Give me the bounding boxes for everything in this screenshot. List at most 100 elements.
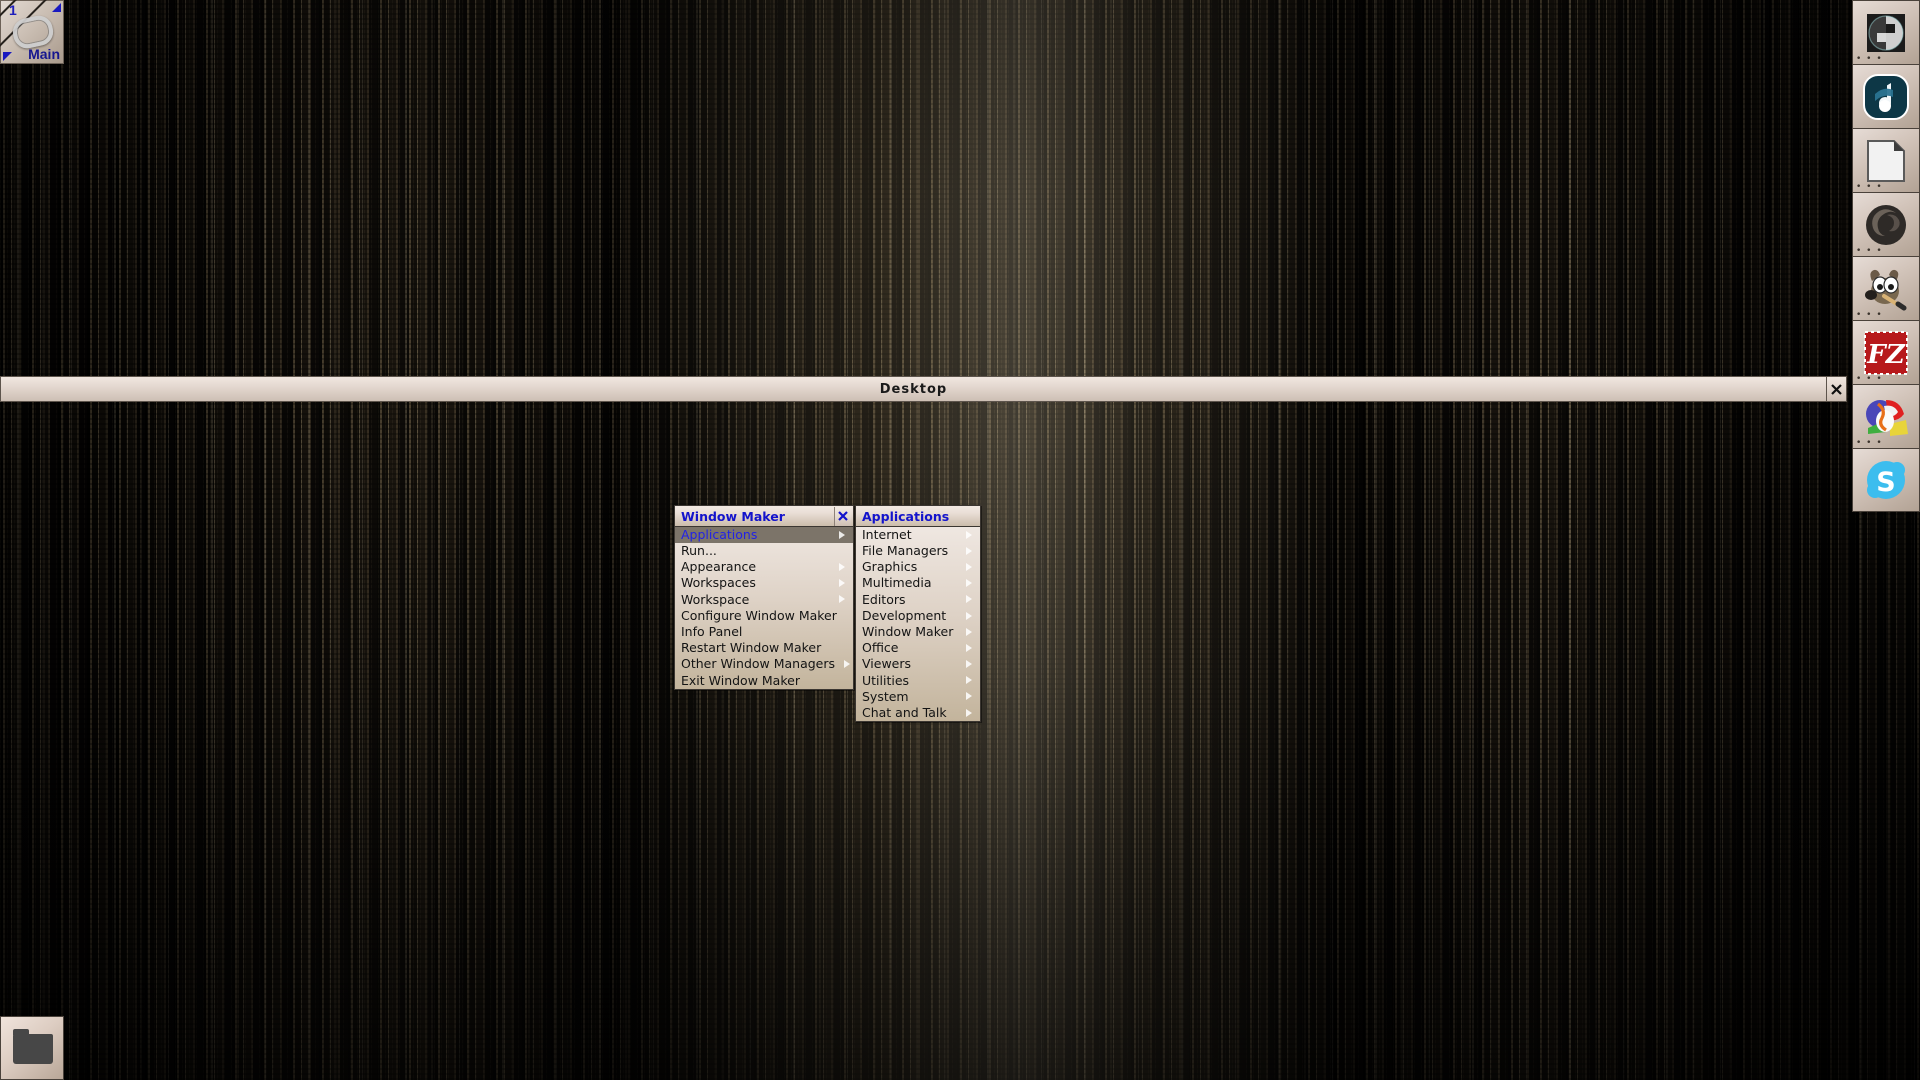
applications-menu-item-file-managers[interactable]: File Managers bbox=[856, 543, 980, 559]
root-menu-item-other-window-managers[interactable]: Other Window Managers bbox=[675, 657, 853, 673]
workspace-clip[interactable]: 1 Main bbox=[0, 0, 64, 64]
menu-item-label: Restart Window Maker bbox=[681, 640, 822, 656]
root-menu-item-exit-window-maker[interactable]: Exit Window Maker bbox=[675, 673, 853, 689]
root-menu-item-appearance[interactable]: Appearance bbox=[675, 559, 853, 575]
dock-dots: • • • bbox=[1856, 310, 1883, 320]
submenu-arrow-icon bbox=[965, 675, 974, 686]
root-menu-item-workspace[interactable]: Workspace bbox=[675, 592, 853, 608]
svg-text:S: S bbox=[1876, 467, 1895, 498]
submenu-arrow-icon bbox=[843, 659, 852, 670]
close-x-icon bbox=[1831, 383, 1842, 395]
menu-item-label: Run... bbox=[681, 543, 717, 559]
root-menu-title: Window Maker bbox=[681, 508, 785, 524]
minimized-window-icon[interactable] bbox=[0, 1016, 64, 1080]
menu-item-label: Internet bbox=[862, 526, 912, 542]
colorful-paint-icon bbox=[1866, 399, 1908, 436]
applications-menu-title: Applications bbox=[862, 508, 950, 524]
menu-item-label: Editors bbox=[862, 591, 906, 607]
triangle-left-icon[interactable] bbox=[3, 52, 12, 61]
root-menu-close-button[interactable] bbox=[834, 506, 851, 526]
submenu-arrow-icon bbox=[965, 626, 974, 637]
skype-icon: S bbox=[1867, 461, 1905, 499]
root-menu-item-workspaces[interactable]: Workspaces bbox=[675, 576, 853, 592]
applications-menu-item-editors[interactable]: Editors bbox=[856, 592, 980, 608]
dock-item-filezilla[interactable]: FZ • • • bbox=[1852, 320, 1920, 384]
applications-menu-item-window-maker[interactable]: Window Maker bbox=[856, 624, 980, 640]
dock-dots: • • • bbox=[1856, 54, 1883, 64]
dock-dots: • • • bbox=[1856, 182, 1883, 192]
filezilla-icon: FZ bbox=[1864, 330, 1908, 375]
menu-item-label: Graphics bbox=[862, 559, 918, 575]
applications-menu-item-graphics[interactable]: Graphics bbox=[856, 559, 980, 575]
submenu-arrow-icon bbox=[838, 529, 847, 540]
svg-text:FZ: FZ bbox=[1866, 340, 1905, 370]
menu-item-label: Configure Window Maker bbox=[681, 607, 837, 623]
menu-item-label: Window Maker bbox=[862, 623, 954, 639]
dock-item-skype[interactable]: S bbox=[1852, 448, 1920, 512]
workspace-number: 1 bbox=[9, 2, 17, 18]
submenu-arrow-icon bbox=[838, 578, 847, 589]
applications-menu-item-office[interactable]: Office bbox=[856, 640, 980, 656]
dock-dots: • • • bbox=[1856, 374, 1883, 384]
window-maker-logo-icon bbox=[1867, 13, 1905, 52]
menu-item-label: Utilities bbox=[862, 672, 910, 688]
applications-menu-item-multimedia[interactable]: Multimedia bbox=[856, 576, 980, 592]
dock-dots: • • • bbox=[1856, 438, 1883, 448]
root-menu-item-configure-window-maker[interactable]: Configure Window Maker bbox=[675, 608, 853, 624]
menu-item-label: Info Panel bbox=[681, 623, 743, 639]
submenu-arrow-icon bbox=[965, 529, 974, 540]
menu-item-label: File Managers bbox=[862, 543, 949, 559]
submenu-arrow-icon bbox=[965, 561, 974, 572]
dock-dots: • • • bbox=[1856, 246, 1883, 256]
submenu-arrow-icon bbox=[965, 594, 974, 605]
applications-menu-item-chat-and-talk[interactable]: Chat and Talk bbox=[856, 705, 980, 721]
desktop-window-title: Desktop bbox=[879, 381, 948, 397]
root-menu-item-list: Applications Run... Appearance Workspaces Wo… bbox=[675, 527, 853, 689]
workspace-name: Main bbox=[28, 46, 60, 62]
audio-player-icon bbox=[1863, 73, 1909, 120]
applications-menu-item-list: Internet File Managers Graphics Multimedia E… bbox=[856, 527, 980, 722]
menu-item-label: Appearance bbox=[681, 559, 757, 575]
dock[interactable]: • • • • • • • • • • • • FZ • • • • • • S bbox=[1852, 0, 1920, 512]
menu-item-label: Applications bbox=[681, 526, 758, 542]
applications-menu-item-internet[interactable]: Internet bbox=[856, 527, 980, 543]
applications-menu-item-utilities[interactable]: Utilities bbox=[856, 673, 980, 689]
menu-item-label: Development bbox=[862, 607, 947, 623]
root-menu-item-restart-window-maker[interactable]: Restart Window Maker bbox=[675, 640, 853, 656]
root-menu-item-applications[interactable]: Applications bbox=[675, 526, 853, 544]
dock-item-audio-player[interactable] bbox=[1852, 64, 1920, 128]
window-maker-root-menu[interactable]: Window Maker Applications Run... Appearanc… bbox=[674, 505, 854, 690]
dock-item-gimp[interactable]: • • • bbox=[1852, 256, 1920, 320]
triangle-right-icon[interactable] bbox=[52, 3, 61, 12]
root-menu-item-run[interactable]: Run... bbox=[675, 543, 853, 559]
root-menu-titlebar[interactable]: Window Maker bbox=[675, 506, 853, 527]
applications-menu[interactable]: Applications Internet File Managers Graphi… bbox=[855, 505, 981, 723]
applications-menu-titlebar[interactable]: Applications bbox=[856, 506, 980, 527]
menu-item-label: Workspace bbox=[681, 591, 750, 607]
desktop-window-close-button[interactable] bbox=[1826, 376, 1847, 402]
menu-item-label: Workspaces bbox=[681, 575, 756, 591]
dock-item-firefox[interactable]: • • • bbox=[1852, 192, 1920, 256]
submenu-arrow-icon bbox=[965, 707, 974, 718]
menu-item-label: Other Window Managers bbox=[681, 656, 836, 672]
root-menu-item-info-panel[interactable]: Info Panel bbox=[675, 624, 853, 640]
submenu-arrow-icon bbox=[838, 594, 847, 605]
menu-item-label: Chat and Talk bbox=[862, 704, 947, 720]
menu-item-label: Viewers bbox=[862, 656, 912, 672]
menu-item-label: Multimedia bbox=[862, 575, 932, 591]
menu-item-label: Exit Window Maker bbox=[681, 672, 800, 688]
submenu-arrow-icon bbox=[838, 561, 847, 572]
folder-icon bbox=[13, 1034, 53, 1064]
applications-menu-item-development[interactable]: Development bbox=[856, 608, 980, 624]
firefox-browser-icon bbox=[1866, 204, 1906, 245]
submenu-arrow-icon bbox=[965, 642, 974, 653]
dock-item-paint-app[interactable]: • • • bbox=[1852, 384, 1920, 448]
document-icon bbox=[1867, 139, 1905, 182]
desktop-window[interactable]: Desktop bbox=[0, 376, 1847, 402]
dock-item-window-maker[interactable]: • • • bbox=[1852, 0, 1920, 64]
dock-item-document[interactable]: • • • bbox=[1852, 128, 1920, 192]
applications-menu-item-viewers[interactable]: Viewers bbox=[856, 657, 980, 673]
close-x-icon bbox=[838, 511, 848, 521]
desktop-window-titlebar[interactable]: Desktop bbox=[0, 376, 1826, 402]
applications-menu-item-system[interactable]: System bbox=[856, 689, 980, 705]
